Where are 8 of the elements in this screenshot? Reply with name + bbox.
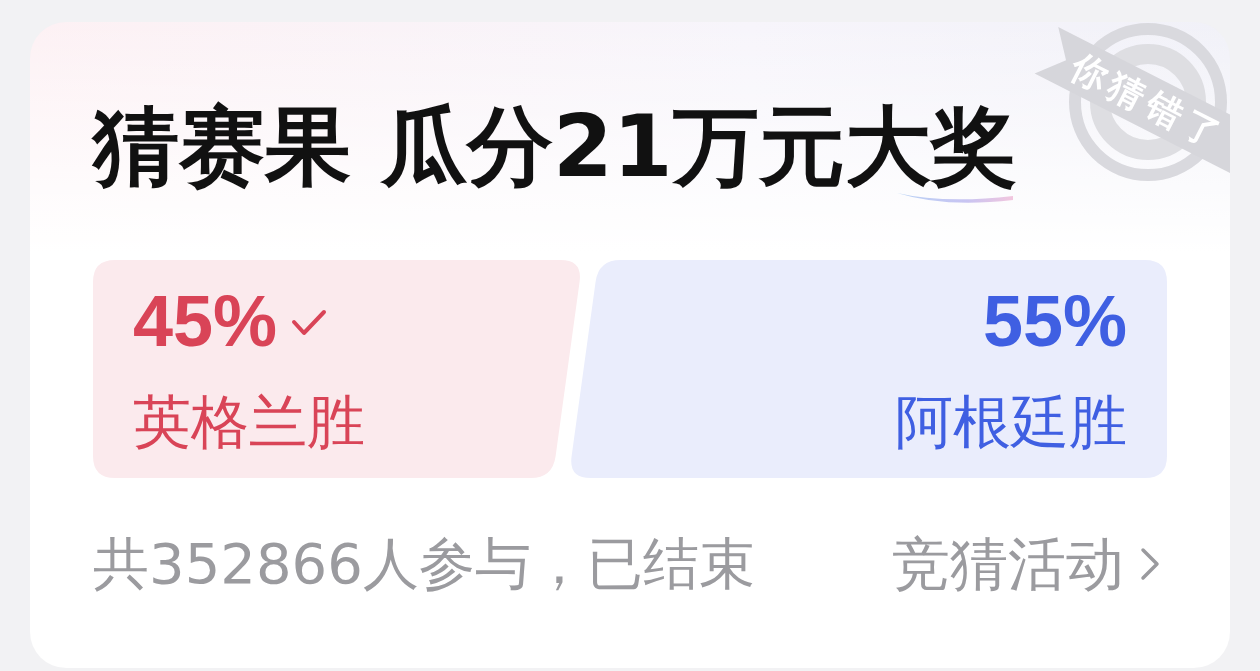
- participation-summary: 共352866人参与，已结束: [93, 532, 755, 596]
- option-label: 阿根廷胜: [895, 390, 1127, 454]
- option-label: 英格兰胜: [133, 390, 365, 454]
- percentage: 55%: [982, 284, 1127, 358]
- percentage: 45%: [133, 284, 278, 358]
- check-icon: [291, 308, 328, 338]
- chevron-icon: [1140, 547, 1160, 581]
- activity-link[interactable]: 竞猜活动: [892, 532, 1160, 596]
